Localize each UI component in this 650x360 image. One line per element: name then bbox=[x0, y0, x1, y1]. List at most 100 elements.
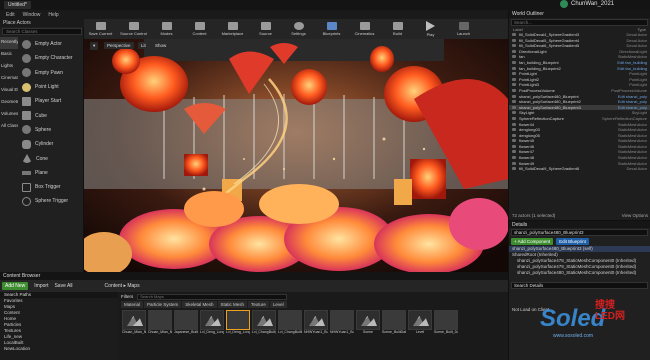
item-sphere-trigger[interactable]: Sphere Trigger bbox=[20, 194, 84, 208]
breadcrumb: Content ▸ Maps bbox=[104, 283, 140, 289]
toolbar-label: Save Current bbox=[88, 31, 113, 36]
search-assets-input[interactable]: Search Maps bbox=[137, 293, 288, 300]
details-title[interactable]: Details bbox=[509, 221, 650, 228]
category-geometry[interactable]: Geometry bbox=[0, 97, 18, 109]
level-viewport[interactable]: ▾ Perspective Lit Show bbox=[84, 39, 508, 272]
add-component-button[interactable]: + Add Component bbox=[511, 238, 554, 245]
item-player-start[interactable]: Player Start bbox=[20, 94, 84, 108]
asset-tile[interactable]: Scene_BuiltData bbox=[382, 310, 406, 342]
build-button[interactable]: Build bbox=[381, 19, 414, 39]
breadcrumb-content[interactable]: Content bbox=[105, 283, 123, 289]
filter-skeletal-mesh[interactable]: Skeletal Mesh bbox=[182, 301, 217, 308]
category-basic[interactable]: Basic bbox=[0, 49, 18, 61]
blueprints-button[interactable]: Blueprints bbox=[315, 19, 348, 39]
toolbar-label: Source Control bbox=[120, 31, 147, 36]
asset-tile[interactable]: Lvl_Deng_Long bbox=[200, 310, 224, 342]
content-button[interactable]: Content bbox=[183, 19, 216, 39]
modes-panel: Place Actors Search Classes Recently Pla… bbox=[0, 19, 84, 272]
outliner-row[interactable]: fill_SolidDecal9_SphereGradient8 Decal Ac… bbox=[509, 166, 650, 172]
source-button[interactable]: Source bbox=[249, 19, 282, 39]
filter-texture[interactable]: Texture bbox=[248, 301, 269, 308]
asset-tile[interactable]: Scene bbox=[356, 310, 380, 342]
actor-name-field[interactable]: shanzi_polySurface480_Blueprint3 bbox=[511, 229, 648, 236]
modes-button[interactable]: Modes bbox=[150, 19, 183, 39]
outliner-search-input[interactable]: Search... bbox=[511, 19, 648, 26]
asset-tile[interactable]: NHWYuan1_BuiltData bbox=[304, 310, 328, 342]
level-tab[interactable]: Untitled* bbox=[4, 1, 31, 9]
built-data-thumbnail-icon bbox=[174, 310, 198, 330]
component-mesh-480[interactable]: shanzi_polySurface480_StaticMeshComponen… bbox=[509, 270, 650, 276]
save-current-button[interactable]: Save Current bbox=[84, 19, 117, 39]
built-data-thumbnail-icon bbox=[330, 310, 354, 330]
level-thumbnail-icon bbox=[252, 310, 276, 330]
menu-help[interactable]: Help bbox=[48, 12, 58, 18]
filter-level[interactable]: Level bbox=[269, 301, 287, 308]
marketplace-button[interactable]: Marketplace bbox=[216, 19, 249, 39]
launch-button[interactable]: Launch bbox=[447, 19, 480, 39]
filters-button[interactable]: Filters bbox=[121, 294, 133, 299]
add-new-button[interactable]: Add New bbox=[2, 282, 29, 290]
asset-tile[interactable]: Japanese_Built_Data bbox=[174, 310, 198, 342]
lit-button[interactable]: Lit bbox=[138, 42, 149, 49]
source-control-button[interactable]: Source Control bbox=[117, 19, 150, 39]
view-options-button[interactable]: View Options bbox=[622, 213, 648, 218]
cone-icon bbox=[22, 154, 32, 164]
item-box-trigger[interactable]: Box Trigger bbox=[20, 180, 84, 194]
perspective-button[interactable]: Perspective bbox=[104, 42, 134, 49]
settings-button[interactable]: Settings bbox=[282, 19, 315, 39]
item-point-light[interactable]: Point Light bbox=[20, 80, 84, 94]
cinematics-button[interactable]: Cinematics bbox=[348, 19, 381, 39]
item-sphere[interactable]: Sphere bbox=[20, 123, 84, 137]
filter-material[interactable]: Material bbox=[121, 301, 144, 308]
asset-tile[interactable]: Lvl_Deng_Long_BuiltData bbox=[226, 310, 250, 342]
menu-edit[interactable]: Edit bbox=[6, 12, 15, 18]
item-empty-pawn[interactable]: Empty Pawn bbox=[20, 66, 84, 80]
category-recently-placed[interactable]: Recently Placed bbox=[0, 37, 18, 49]
play-button[interactable]: Play bbox=[414, 19, 447, 39]
save-all-button[interactable]: Save All bbox=[54, 283, 72, 289]
viewport-menu-button[interactable]: ▾ bbox=[90, 42, 99, 50]
edit-blueprint-button[interactable]: Edit Blueprint bbox=[556, 238, 589, 245]
item-plane[interactable]: Plane bbox=[20, 166, 84, 180]
blueprint-icon bbox=[326, 22, 337, 30]
import-button[interactable]: Import bbox=[34, 283, 48, 289]
category-visual-effects[interactable]: Visual Effects bbox=[0, 85, 18, 97]
asset-caption: Lvl_ChangBuiltData bbox=[278, 330, 302, 334]
item-label: Box Trigger bbox=[35, 184, 61, 191]
user-profile[interactable]: ChunWan_2021 bbox=[560, 0, 614, 8]
category-lights[interactable]: Lights bbox=[0, 61, 18, 73]
filter-static-mesh[interactable]: Static Mesh bbox=[217, 301, 248, 308]
item-cube[interactable]: Cube bbox=[20, 108, 84, 122]
breadcrumb-maps[interactable]: Maps bbox=[127, 283, 139, 289]
category-cinematic[interactable]: Cinematic bbox=[0, 73, 18, 85]
toolbar-label: Content bbox=[192, 31, 207, 36]
category-all-classes[interactable]: All Classes bbox=[0, 121, 18, 133]
main-toolbar: Save Current Source Control Modes Conten… bbox=[84, 19, 508, 39]
content-browser-tab[interactable]: Content Browser bbox=[0, 272, 508, 280]
built-data-thumbnail-icon bbox=[148, 310, 172, 330]
item-empty-character[interactable]: Empty Character bbox=[20, 51, 84, 65]
search-details-input[interactable]: Search Details bbox=[511, 282, 648, 289]
asset-tile[interactable]: NHWYuan1_BuiltData bbox=[330, 310, 354, 342]
item-empty-actor[interactable]: Empty Actor bbox=[20, 37, 84, 51]
tree-item[interactable]: NewLocation bbox=[0, 346, 118, 352]
search-classes-input[interactable]: Search Classes bbox=[2, 28, 82, 35]
modes-title[interactable]: Place Actors bbox=[0, 19, 84, 27]
show-button[interactable]: Show bbox=[152, 42, 170, 49]
filter-particle-system[interactable]: Particle System bbox=[144, 301, 182, 308]
asset-tile[interactable]: Level bbox=[408, 310, 432, 342]
asset-tile[interactable]: Chuan_Mian_New_2 bbox=[122, 310, 146, 342]
item-cone[interactable]: Cone bbox=[20, 151, 84, 165]
filter-tabs: Material Particle System Skeletal Mesh S… bbox=[118, 301, 508, 308]
outliner-title[interactable]: World Outliner bbox=[509, 10, 650, 18]
asset-tile[interactable]: Lvl_ChangBuiltData bbox=[278, 310, 302, 342]
asset-caption: NHWYuan1_BuiltData bbox=[330, 330, 354, 334]
category-volumes[interactable]: Volumes bbox=[0, 109, 18, 121]
asset-tile[interactable]: Chuan_Mian_New_2_Built bbox=[148, 310, 172, 342]
menu-window[interactable]: Window bbox=[23, 12, 41, 18]
asset-tile[interactable]: Lvl_ChangBuilt_... bbox=[252, 310, 276, 342]
item-cylinder[interactable]: Cylinder bbox=[20, 137, 84, 151]
asset-tile[interactable]: Scene_Built_Data bbox=[434, 310, 458, 342]
category-list: Recently Placed Basic Lights Cinematic V… bbox=[0, 37, 18, 133]
plane-icon bbox=[22, 170, 31, 175]
